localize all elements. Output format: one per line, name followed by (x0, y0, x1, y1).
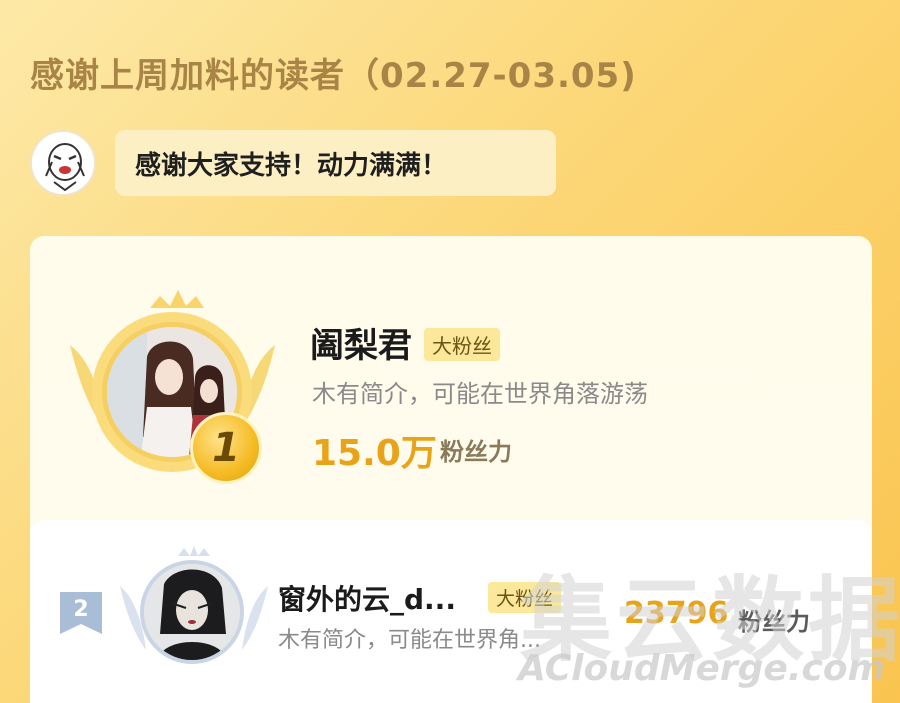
rank-one-score-unit: 粉丝力 (440, 438, 512, 466)
rank-one-description: 木有简介，可能在世界角落游荡 (312, 380, 648, 408)
page-title: 感谢上周加料的读者（02.27-03.05) (30, 56, 637, 96)
rank-two-avatar[interactable] (140, 560, 244, 664)
meme-face-icon (32, 132, 94, 194)
author-avatar[interactable] (30, 130, 96, 196)
rank-one-score: 15.0万 (312, 433, 437, 474)
message-bubble: 感谢大家支持！动力满满！ (115, 130, 556, 196)
rank-two-name[interactable]: 窗外的云_d... (278, 578, 456, 618)
rank-one-fan-badge: 大粉丝 (424, 328, 500, 361)
rank-two-description: 木有简介，可能在世界角... (278, 628, 541, 653)
rank-two-avatar-image (144, 564, 240, 660)
rank-one-badge: 1 (190, 412, 262, 484)
watermark-en: ACloudMerge.com (518, 648, 886, 689)
rank-one-name[interactable]: 阖梨君 (310, 318, 412, 367)
rank-two-number: 2 (73, 596, 89, 622)
